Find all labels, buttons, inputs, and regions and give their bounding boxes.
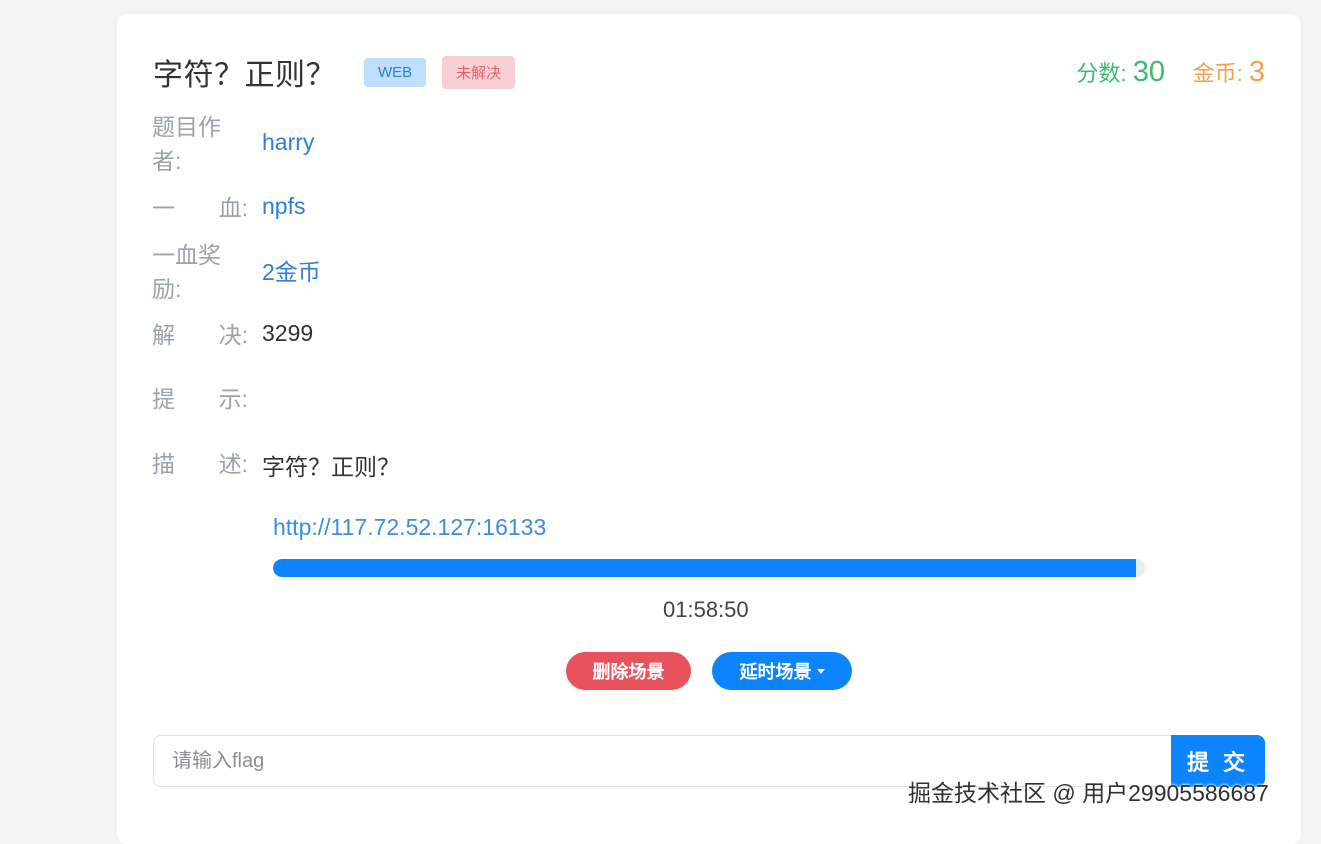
- score-display: 分数: 30: [1076, 56, 1165, 89]
- watermark: 掘金技术社区 @ 用户2990558668​7: [908, 780, 1269, 806]
- first-blood-reward: 2金币: [262, 259, 321, 285]
- delete-scene-button[interactable]: 删除场景: [566, 652, 691, 690]
- title-row: 字符？正则？ WEB 未解决: [153, 52, 516, 92]
- gold-value: 3: [1248, 56, 1265, 88]
- delay-scene-dropdown-button[interactable]: 延时场景: [712, 652, 852, 690]
- solved-label: 解 决:: [152, 322, 248, 348]
- scene-progress-fill: [273, 559, 1137, 577]
- first-blood-row: 一 血: npfs: [152, 191, 305, 222]
- first-blood-user[interactable]: npfs: [262, 193, 305, 220]
- hint-label: 提 示:: [152, 386, 248, 412]
- score-label: 分数:: [1076, 61, 1127, 86]
- delete-scene-label: 删除场景: [592, 662, 665, 682]
- description-label: 描 述:: [152, 451, 248, 477]
- hint-row: 提 示:: [152, 382, 262, 412]
- description-row: 描 述: 字符？正则？: [152, 447, 400, 480]
- gold-label: 金币:: [1192, 61, 1243, 86]
- author-row: 题目作者: harry: [152, 114, 314, 174]
- first-blood-reward-label: 一血奖励:: [152, 242, 221, 302]
- solved-count: 3299: [262, 319, 314, 346]
- author-link[interactable]: harry: [262, 129, 314, 156]
- delay-scene-label: 延时场景: [739, 662, 812, 682]
- description-text: 字符？正则？: [262, 454, 400, 480]
- scene-progress-bar: [273, 559, 1145, 577]
- first-blood-label: 一 血:: [152, 195, 248, 221]
- challenge-card: 字符？正则？ WEB 未解决 分数: 30 金币: 3 题目作者: harry …: [117, 14, 1301, 844]
- category-badge: WEB: [364, 57, 427, 87]
- challenge-title: 字符？正则？: [153, 59, 336, 92]
- scene-url-link[interactable]: http://117.72.52.127:16133: [273, 514, 546, 541]
- first-blood-reward-row: 一血奖励: 2金币: [152, 242, 321, 302]
- solved-row: 解 决: 3299: [152, 318, 314, 349]
- gold-display: 金币: 3: [1193, 56, 1265, 89]
- scene-timer: 01:58:50: [663, 597, 749, 622]
- score-value: 30: [1132, 56, 1165, 88]
- caret-down-icon: [816, 668, 825, 674]
- status-badge: 未解决: [442, 55, 516, 89]
- author-label: 题目作者:: [152, 114, 221, 174]
